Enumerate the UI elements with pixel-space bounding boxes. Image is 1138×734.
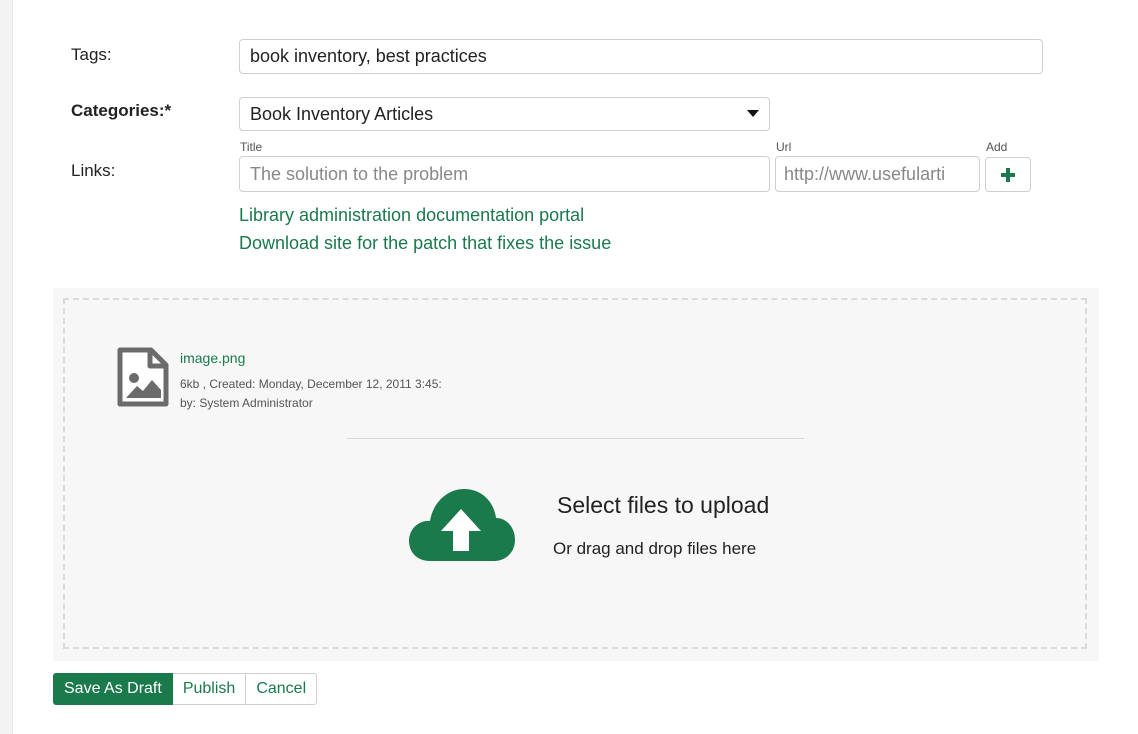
attachment-author: by: System Administrator xyxy=(180,396,313,410)
links-label: Links: xyxy=(71,161,116,180)
tags-input[interactable] xyxy=(239,39,1043,74)
cloud-upload-icon[interactable] xyxy=(408,485,516,563)
article-editor: Tags: Categories:* Book Inventory Articl… xyxy=(0,0,1138,734)
link-item[interactable]: Library administration documentation por… xyxy=(239,205,584,226)
categories-selected-value: Book Inventory Articles xyxy=(250,104,434,124)
image-file-icon xyxy=(117,347,169,407)
cancel-button[interactable]: Cancel xyxy=(246,673,318,705)
attachment-file-name[interactable]: image.png xyxy=(180,350,245,366)
upload-subtitle: Or drag and drop files here xyxy=(553,539,757,558)
link-item[interactable]: Download site for the patch that fixes t… xyxy=(239,233,611,254)
caret-down-icon xyxy=(747,110,759,117)
action-buttons: Save As Draft Publish Cancel xyxy=(53,673,318,705)
categories-select[interactable]: Book Inventory Articles xyxy=(239,97,770,131)
tags-label: Tags: xyxy=(71,45,112,64)
link-title-input[interactable] xyxy=(239,156,770,192)
upload-dropzone[interactable] xyxy=(53,288,1099,661)
divider xyxy=(347,438,804,439)
upload-title[interactable]: Select files to upload xyxy=(557,492,769,519)
link-title-label: Title xyxy=(240,140,263,154)
link-url-label: Url xyxy=(776,140,792,154)
categories-label: Categories:* xyxy=(71,101,172,120)
plus-icon xyxy=(1001,167,1015,182)
attachment-meta: 6kb , Created: Monday, December 12, 2011… xyxy=(180,377,442,391)
left-border xyxy=(0,0,13,734)
link-add-label: Add xyxy=(986,140,1008,154)
save-as-draft-button[interactable]: Save As Draft xyxy=(53,673,173,705)
add-link-button[interactable] xyxy=(985,157,1031,192)
publish-button[interactable]: Publish xyxy=(172,673,247,705)
link-url-input[interactable] xyxy=(775,156,980,192)
